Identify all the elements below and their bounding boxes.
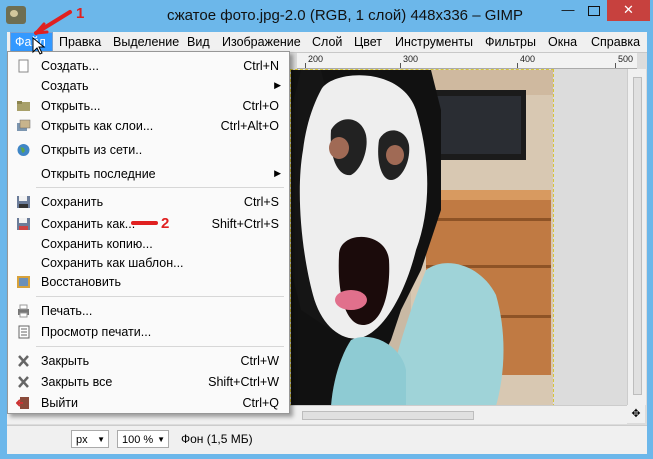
annotation-layer [32,10,158,225]
annotation-number-2: 2 [161,215,170,232]
annotation-number-1: 1 [76,5,85,22]
mouse-cursor-icon [32,36,46,55]
annotation-arrow-1 [34,10,72,35]
